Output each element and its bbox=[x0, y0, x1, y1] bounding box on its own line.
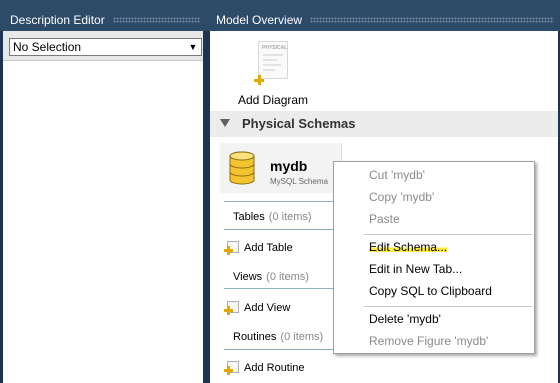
tables-section-label: Tables (0 items) bbox=[233, 211, 312, 223]
add-diagram-button[interactable]: PHYSICAL bbox=[254, 41, 290, 85]
add-view-button[interactable]: Add View bbox=[224, 299, 290, 317]
chevron-down-icon[interactable]: ▼ bbox=[185, 39, 201, 55]
collapse-triangle-icon[interactable] bbox=[220, 119, 230, 127]
model-overview-title: Model Overview bbox=[216, 13, 303, 27]
menu-item-edit-in-new-tab[interactable]: Edit in New Tab... bbox=[369, 262, 462, 276]
add-diagram-label[interactable]: Add Diagram bbox=[238, 93, 308, 107]
schema-name: mydb bbox=[270, 158, 308, 174]
model-overview-header: Model Overview bbox=[206, 9, 560, 31]
add-view-label: Add View bbox=[244, 302, 291, 314]
menu-separator bbox=[364, 306, 532, 307]
object-selector-dropdown[interactable]: No Selection ▼ bbox=[9, 38, 202, 56]
menu-item-copy[interactable]: Copy 'mydb' bbox=[369, 190, 434, 204]
object-selector-value: No Selection bbox=[13, 40, 82, 54]
header-grip[interactable] bbox=[310, 17, 554, 23]
edit-schema-highlight: Edit Schema... bbox=[369, 240, 448, 254]
add-routine-icon bbox=[224, 360, 240, 376]
menu-item-paste[interactable]: Paste bbox=[369, 212, 400, 226]
physical-schemas-title: Physical Schemas bbox=[242, 116, 356, 131]
add-table-label: Add Table bbox=[244, 242, 293, 254]
menu-item-delete[interactable]: Delete 'mydb' bbox=[369, 312, 441, 326]
description-editor-panel: Description Editor No Selection ▼ bbox=[0, 0, 206, 383]
description-editor-title: Description Editor bbox=[10, 13, 105, 27]
schema-type: MySQL Schema bbox=[270, 177, 328, 186]
tables-count: (0 items) bbox=[268, 211, 312, 223]
add-view-icon bbox=[224, 300, 240, 316]
routines-section-label: Routines (0 items) bbox=[233, 331, 324, 343]
add-table-button[interactable]: Add Table bbox=[224, 239, 293, 257]
menu-item-remove-figure[interactable]: Remove Figure 'mydb' bbox=[369, 334, 488, 348]
menu-item-edit-schema[interactable]: Edit Schema... bbox=[369, 240, 448, 254]
schema-tab-mydb[interactable]: mydb MySQL Schema bbox=[220, 143, 342, 193]
diagram-thumbnail-icon: PHYSICAL bbox=[258, 41, 288, 79]
routines-count: (0 items) bbox=[280, 331, 324, 343]
menu-item-copy-sql[interactable]: Copy SQL to Clipboard bbox=[369, 284, 492, 298]
views-section-label: Views (0 items) bbox=[233, 271, 309, 283]
description-editor-header: Description Editor bbox=[0, 9, 206, 31]
menu-separator bbox=[364, 234, 532, 235]
add-routine-button[interactable]: Add Routine bbox=[224, 359, 305, 377]
views-count: (0 items) bbox=[266, 271, 309, 283]
add-icon bbox=[254, 75, 264, 85]
header-grip[interactable] bbox=[112, 17, 200, 23]
menu-item-cut[interactable]: Cut 'mydb' bbox=[369, 168, 425, 182]
database-icon bbox=[229, 151, 255, 185]
schema-context-menu: Cut 'mydb' Copy 'mydb' Paste Edit Schema… bbox=[333, 161, 535, 354]
description-editor-body[interactable]: No Selection ▼ bbox=[3, 31, 203, 383]
physical-schemas-header[interactable]: Physical Schemas bbox=[210, 111, 558, 137]
add-table-icon bbox=[224, 240, 240, 256]
add-routine-label: Add Routine bbox=[244, 362, 305, 374]
